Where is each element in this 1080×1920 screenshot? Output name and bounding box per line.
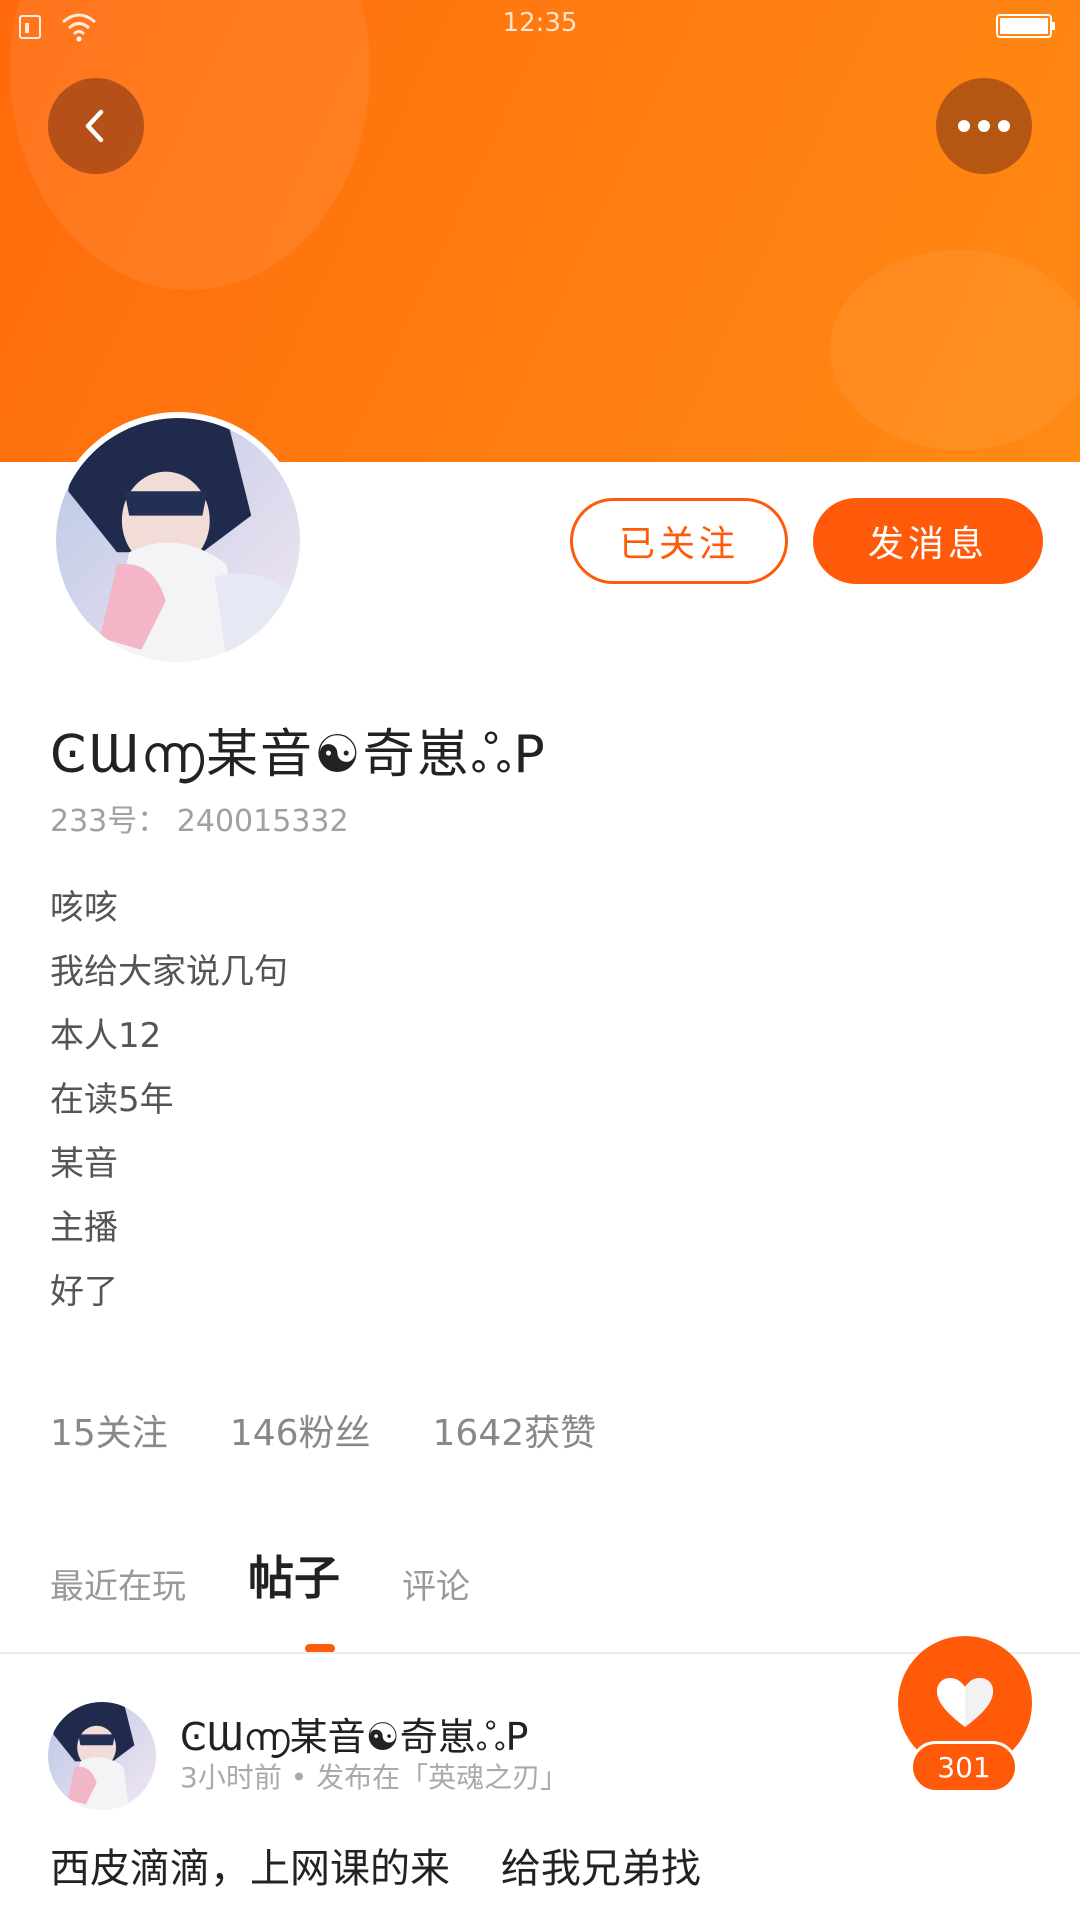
- avatar-image: [48, 1702, 156, 1810]
- battery-icon: [996, 14, 1055, 38]
- post-author-avatar[interactable]: [48, 1702, 156, 1810]
- post-text[interactable]: 西皮滴滴，上网课的来 给我兄弟找: [50, 1836, 701, 1894]
- like-count-badge: 301: [910, 1741, 1018, 1793]
- profile-stats: 15关注 146粉丝 1642获赞: [50, 1404, 596, 1456]
- profile-header-banner: [0, 0, 1080, 462]
- banner-decoration: [830, 250, 1080, 450]
- post-meta: 3小时前 • 发布在「英魂之刃」: [180, 1761, 569, 1794]
- profile-avatar[interactable]: [50, 412, 306, 668]
- bio-line: 某音: [50, 1144, 118, 1184]
- more-horizontal-icon: [958, 120, 1010, 132]
- bio-line: 在读5年: [50, 1080, 174, 1120]
- username: ϾƜ൬某音☯奇崽ஃP: [50, 725, 547, 785]
- chevron-left-icon: [85, 109, 104, 143]
- tab-recently-played[interactable]: 最近在玩: [50, 1559, 186, 1608]
- heart-icon: [937, 1678, 993, 1727]
- user-id: 233号： 240015332: [50, 804, 349, 839]
- bio-line: 好了: [50, 1272, 118, 1312]
- back-button[interactable]: [48, 78, 144, 174]
- bio: 咳咳 我给大家说几句 本人12 在读5年 某音 主播 好了: [50, 876, 288, 1324]
- following-count[interactable]: 15关注: [50, 1404, 168, 1456]
- likes-count: 1642获赞: [432, 1413, 597, 1454]
- avatar-image: [56, 418, 300, 662]
- tab-comments[interactable]: 评论: [402, 1559, 470, 1608]
- bio-line: 主播: [50, 1208, 118, 1248]
- bio-line: 本人12: [50, 1016, 162, 1056]
- bio-line: 我给大家说几句: [50, 952, 288, 992]
- tab-posts[interactable]: 帖子: [248, 1542, 340, 1608]
- followed-button[interactable]: 已关注: [570, 498, 788, 584]
- status-bar: 12:35: [0, 0, 1080, 50]
- more-options-button[interactable]: [936, 78, 1032, 174]
- bio-line: 咳咳: [50, 888, 118, 928]
- profile-tabs: 最近在玩 帖子 评论: [50, 1548, 532, 1608]
- send-message-button[interactable]: 发消息: [813, 498, 1043, 584]
- followers-count[interactable]: 146粉丝: [230, 1404, 371, 1456]
- status-time: 12:35: [502, 8, 578, 38]
